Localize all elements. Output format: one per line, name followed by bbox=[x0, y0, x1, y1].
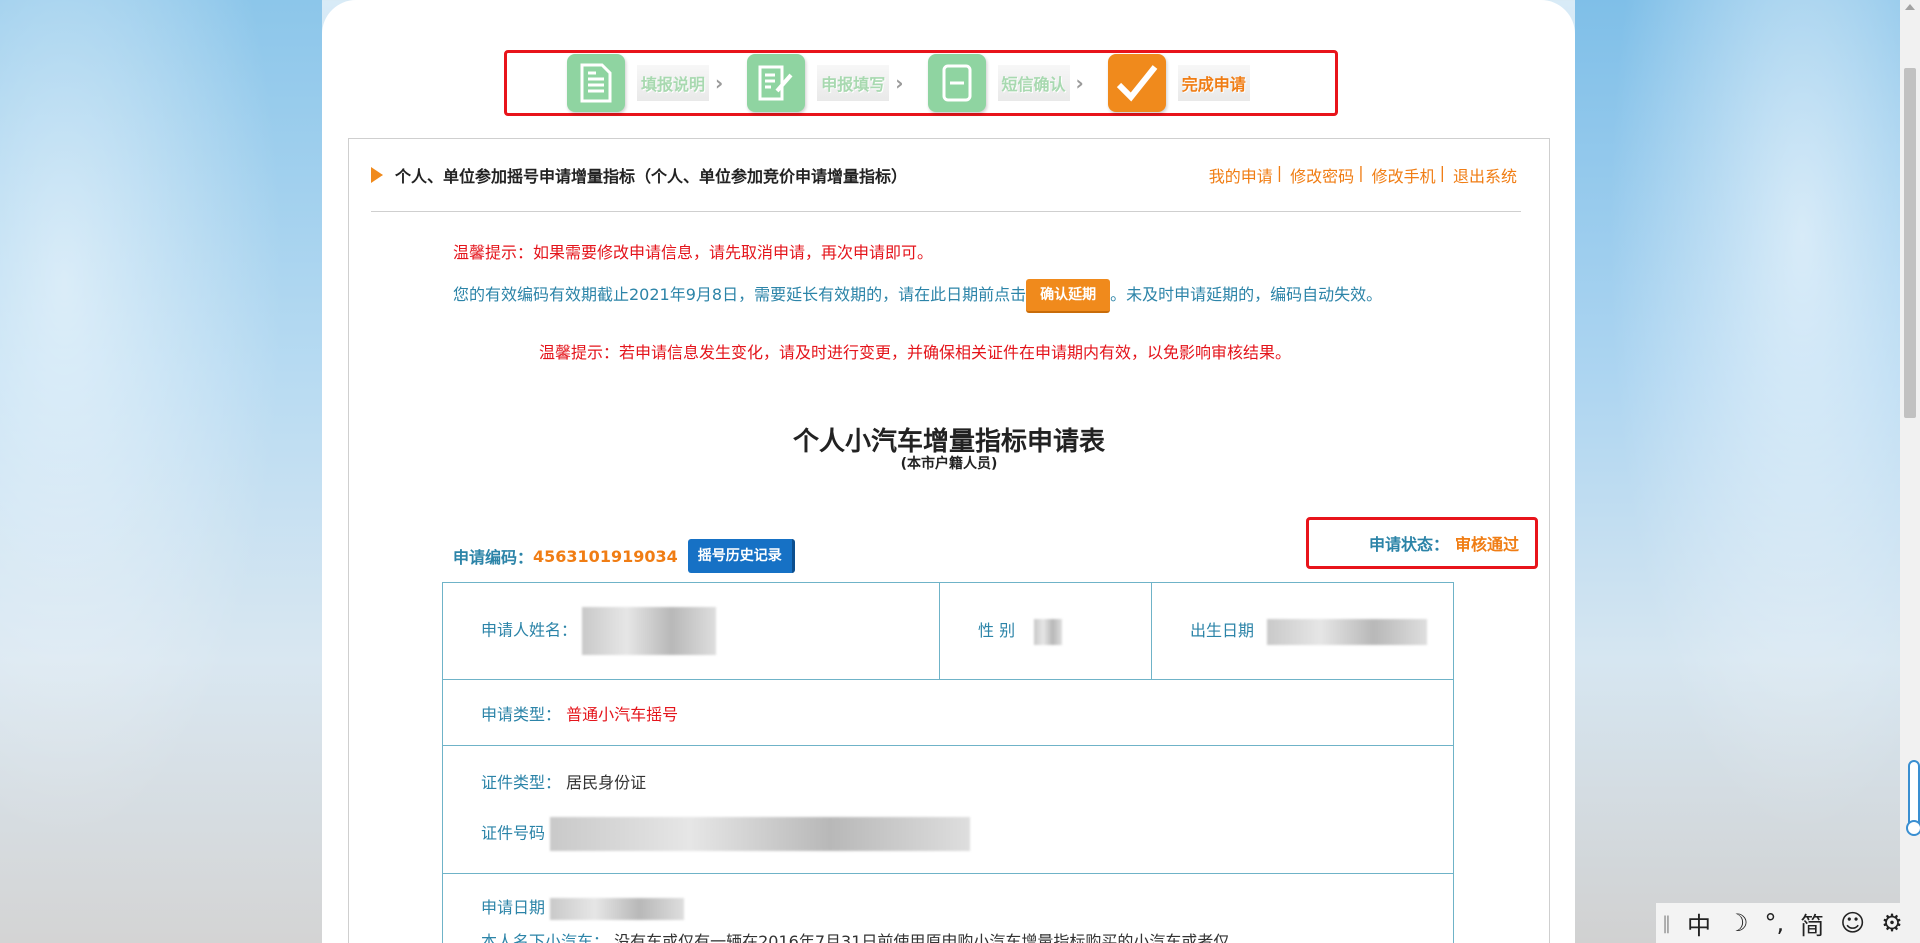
date-value-redacted bbox=[550, 897, 685, 920]
birth-cell: 出生日期 bbox=[1151, 582, 1454, 680]
id-number-line: 证件号码 bbox=[481, 816, 1453, 851]
confirm-extension-button[interactable]: 确认延期 bbox=[1026, 278, 1111, 313]
step-label: 填报说明 bbox=[637, 65, 710, 101]
chevron-right-icon: › bbox=[715, 71, 724, 95]
thermometer-icon bbox=[1906, 760, 1920, 836]
chevron-right-icon: › bbox=[895, 71, 904, 95]
ime-emoji-icon[interactable]: ☺ bbox=[1840, 909, 1865, 937]
id-number-redacted bbox=[550, 816, 971, 851]
notice-expiry-text: 您的有效编码有效期截止2021年9月8日，需要延长有效期的，请在此日期前点击 bbox=[453, 285, 1027, 304]
name-label: 申请人姓名： bbox=[481, 620, 578, 640]
table-row: 申请类型： 普通小汽车摇号 bbox=[442, 679, 1454, 746]
type-cell: 申请类型： 普通小汽车摇号 bbox=[442, 679, 1454, 746]
status-box: 申请状态： 审核通过 bbox=[1306, 517, 1538, 569]
page-title-text: 个人、单位参加摇号申请增量指标（个人、单位参加竞价申请增量指标） bbox=[395, 167, 908, 186]
ime-toolbar: ‖ 中 ☽ °, 简 ☺ ⚙ bbox=[1656, 903, 1903, 943]
birth-label: 出生日期 bbox=[1190, 621, 1255, 641]
date-line: 申请日期 bbox=[481, 894, 1453, 920]
ime-chinese-mode-icon[interactable]: 中 bbox=[1687, 906, 1711, 941]
id-type-label: 证件类型： bbox=[481, 772, 562, 792]
table-row: 申请人姓名： 性 别 出生日期 bbox=[442, 582, 1454, 680]
notice-expiry-text-end: 。未及时申请延期的，编码自动失效。 bbox=[1110, 285, 1383, 304]
progress-steps: 填报说明 › 申报填写 › 短信确认 › 完成申请 bbox=[504, 50, 1338, 116]
form-subtitle: (本市户籍人员) bbox=[900, 456, 998, 472]
gender-value-redacted bbox=[1034, 618, 1063, 645]
car-value: 没有车或仅有一辆在2016年7月31日前使用原申购小汽车增量指标购买的小汽车或者… bbox=[614, 931, 1230, 943]
gender-label: 性 别 bbox=[978, 621, 1016, 641]
birth-value-redacted bbox=[1267, 618, 1428, 645]
type-value: 普通小汽车摇号 bbox=[566, 704, 679, 724]
date-cell: 申请日期 本人名下小汽车： 没有车或仅有一辆在2016年7月31日前使用原申购小… bbox=[442, 873, 1454, 943]
step-label: 完成申请 bbox=[1177, 65, 1250, 101]
panel-header: 个人、单位参加摇号申请增量指标（个人、单位参加竞价申请增量指标） 我的申请 | 修… bbox=[371, 163, 1521, 212]
status-label: 申请状态： bbox=[1368, 535, 1449, 554]
step-instructions: 填报说明 › bbox=[567, 54, 739, 112]
id-type-value: 居民身份证 bbox=[566, 772, 647, 792]
ime-grip-icon[interactable]: ‖ bbox=[1662, 913, 1671, 934]
nav-separator: | bbox=[1439, 163, 1445, 182]
gender-cell: 性 别 bbox=[939, 582, 1152, 680]
application-code: 4563101919034 bbox=[533, 546, 678, 566]
ime-settings-icon[interactable]: ⚙ bbox=[1881, 909, 1903, 937]
notice-modify: 温馨提示：如果需要修改申请信息，请先取消申请，再次申请即可。 bbox=[453, 243, 934, 262]
ime-simplified-icon[interactable]: 简 bbox=[1800, 906, 1824, 941]
page-title: 个人、单位参加摇号申请增量指标（个人、单位参加竞价申请增量指标） bbox=[371, 163, 907, 187]
notice-changes: 温馨提示：若申请信息发生变化，请及时进行变更，并确保相关证件在申请期内有效，以免… bbox=[539, 343, 1292, 362]
step-label: 短信确认 bbox=[997, 65, 1070, 101]
id-cell: 证件类型： 居民身份证 证件号码 bbox=[442, 745, 1454, 874]
scroll-thumb[interactable] bbox=[1904, 68, 1916, 418]
application-code-row: 申请编码： 4563101919034 摇号历史记录 bbox=[453, 539, 795, 573]
code-label: 申请编码： bbox=[453, 548, 534, 567]
nav-change-password[interactable]: 修改密码 bbox=[1290, 163, 1354, 187]
step-fill-form: 申报填写 › bbox=[747, 54, 919, 112]
top-nav: 我的申请 | 修改密码 | 修改手机 | 退出系统 bbox=[1209, 163, 1517, 187]
document-icon bbox=[567, 54, 625, 112]
table-row: 申请日期 本人名下小汽车： 没有车或仅有一辆在2016年7月31日前使用原申购小… bbox=[442, 873, 1454, 943]
ime-punctuation-icon[interactable]: °, bbox=[1765, 909, 1785, 937]
application-table: 申请人姓名： 性 别 出生日期 申请类型： 普通小汽车摇号 证件类型： 居民身份… bbox=[442, 582, 1454, 943]
main-page: 填报说明 › 申报填写 › 短信确认 › 完成申请 个人、单位参加摇号申请增量指… bbox=[322, 0, 1575, 943]
type-label: 申请类型： bbox=[481, 704, 562, 724]
edit-form-icon bbox=[747, 54, 806, 112]
car-label: 本人名下小汽车： bbox=[481, 931, 610, 943]
background-right bbox=[1575, 0, 1900, 943]
application-panel: 个人、单位参加摇号申请增量指标（个人、单位参加竞价申请增量指标） 我的申请 | 修… bbox=[348, 138, 1550, 943]
step-complete: 完成申请 bbox=[1107, 54, 1250, 112]
ime-moon-icon[interactable]: ☽ bbox=[1727, 909, 1749, 937]
step-label: 申报填写 bbox=[817, 65, 890, 101]
nav-separator: | bbox=[1358, 163, 1364, 182]
id-type-line: 证件类型： 居民身份证 bbox=[481, 769, 1453, 793]
step-sms-confirm: 短信确认 › bbox=[927, 54, 1100, 112]
name-cell: 申请人姓名： bbox=[442, 582, 940, 680]
date-label: 申请日期 bbox=[481, 898, 546, 917]
lottery-history-button[interactable]: 摇号历史记录 bbox=[687, 539, 795, 573]
background-left bbox=[0, 0, 322, 943]
car-line: 本人名下小汽车： 没有车或仅有一辆在2016年7月31日前使用原申购小汽车增量指… bbox=[481, 928, 1453, 943]
name-value-redacted bbox=[582, 607, 717, 655]
phone-icon bbox=[927, 54, 986, 112]
scroll-up-icon[interactable] bbox=[1905, 4, 1915, 10]
chevron-right-icon: › bbox=[1075, 71, 1084, 95]
checkmark-icon bbox=[1107, 54, 1166, 112]
nav-change-phone[interactable]: 修改手机 bbox=[1372, 163, 1436, 187]
nav-separator: | bbox=[1276, 163, 1283, 182]
id-number-label: 证件号码 bbox=[481, 823, 546, 842]
arrow-right-icon bbox=[371, 167, 383, 183]
table-row: 证件类型： 居民身份证 证件号码 bbox=[442, 745, 1454, 874]
nav-logout[interactable]: 退出系统 bbox=[1453, 163, 1517, 187]
notice-expiry: 您的有效编码有效期截止2021年9月8日，需要延长有效期的，请在此日期前点击 确认… bbox=[453, 277, 1453, 313]
status-badge: 审核通过 bbox=[1454, 535, 1519, 554]
nav-my-applications[interactable]: 我的申请 bbox=[1209, 163, 1273, 187]
